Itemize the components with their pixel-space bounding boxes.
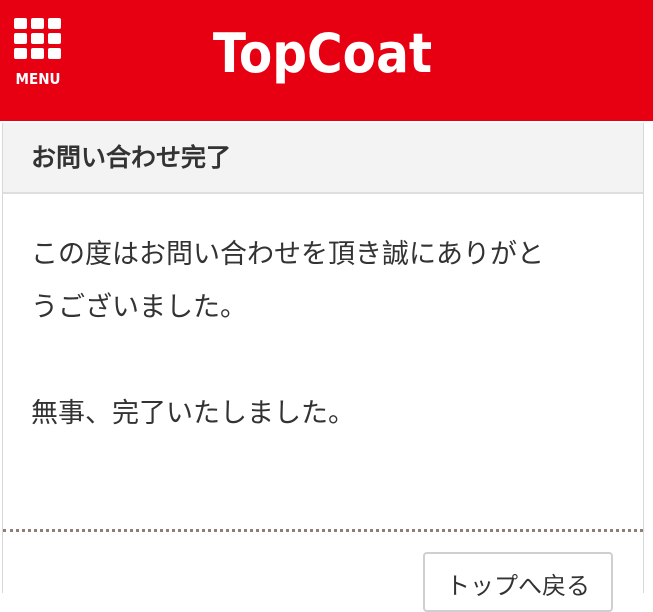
panel-header: お問い合わせ完了 xyxy=(3,123,643,194)
site-logo[interactable]: TopCoat xyxy=(0,22,645,86)
message-line: 無事、完了いたしました。 xyxy=(31,398,355,429)
panel-title: お問い合わせ完了 xyxy=(31,143,232,172)
contact-complete-panel: お問い合わせ完了 この度はお問い合わせを頂き誠にありがと うございました。 無事… xyxy=(2,123,644,612)
message-line: うございました。 xyxy=(31,292,247,323)
message-line: この度はお問い合わせを頂き誠にありがと xyxy=(31,239,544,270)
back-to-top-button[interactable]: トップへ戻る xyxy=(423,552,613,612)
dotted-divider xyxy=(3,529,643,532)
completion-message: この度はお問い合わせを頂き誠にありがと うございました。 無事、完了いたしました… xyxy=(31,228,621,440)
app-header: MENU TopCoat xyxy=(0,0,653,121)
